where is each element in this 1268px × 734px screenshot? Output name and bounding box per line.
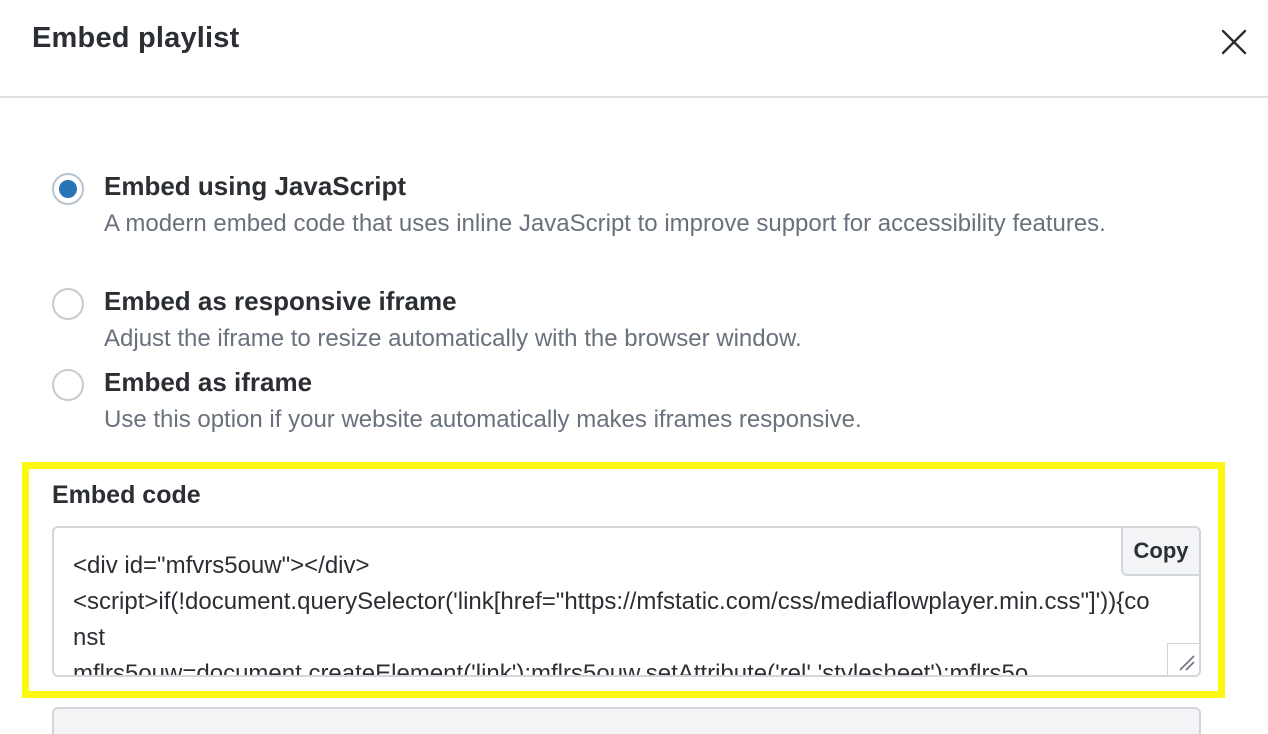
radio-embed-responsive-iframe[interactable]	[52, 288, 84, 320]
radio-embed-iframe[interactable]	[52, 369, 84, 401]
option-label[interactable]: Embed using JavaScript	[104, 171, 406, 202]
option-label[interactable]: Embed as responsive iframe	[104, 286, 457, 317]
dialog-title: Embed playlist	[32, 22, 240, 54]
next-field	[52, 707, 1201, 734]
radio-embed-javascript[interactable]	[52, 173, 84, 205]
dialog-header: Embed playlist	[0, 0, 1268, 98]
option-description: Adjust the iframe to resize automaticall…	[104, 325, 802, 352]
close-button[interactable]	[1216, 24, 1252, 60]
option-label[interactable]: Embed as iframe	[104, 367, 312, 398]
close-icon	[1221, 29, 1247, 55]
option-description: Use this option if your website automati…	[104, 406, 862, 433]
highlight-frame	[22, 462, 1225, 698]
embed-playlist-dialog: Embed playlist Embed using JavaScript A …	[0, 0, 1268, 734]
option-description: A modern embed code that uses inline Jav…	[104, 210, 1106, 237]
